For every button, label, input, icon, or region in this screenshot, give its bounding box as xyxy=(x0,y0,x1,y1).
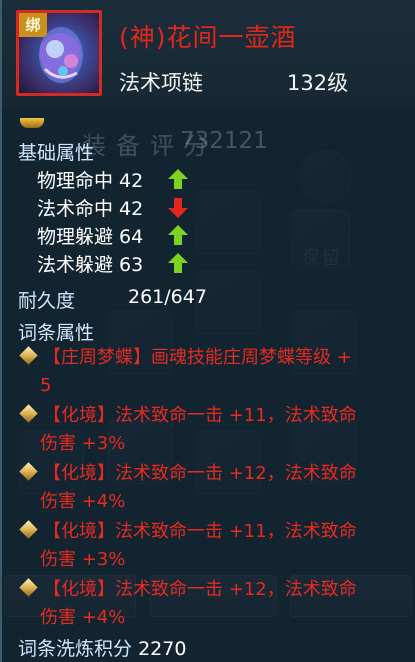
affix-line-1: 【化境】法术致命一击 +11，法术致命 xyxy=(43,521,357,542)
diamond-bullet-icon xyxy=(19,520,38,539)
green-up-arrow-icon xyxy=(168,225,188,245)
affix-line-1: 【化境】法术致命一击 +12，法术致命 xyxy=(43,463,357,484)
affix-line-2: 伤害 +3% xyxy=(40,549,126,570)
affix-line-2: 伤害 +4% xyxy=(40,491,126,512)
affix-line-2: 5 xyxy=(40,375,52,396)
durability-value: 261/647 xyxy=(128,286,207,308)
affix-item: 【化境】法术致命一击 +11，法术致命 伤害 +3% xyxy=(18,402,408,458)
item-icon-frame: 绑 xyxy=(16,10,102,96)
item-type: 法术项链 xyxy=(119,71,203,95)
durability-label: 耐久度 xyxy=(18,290,76,312)
refine-score-value: 2270 xyxy=(138,638,187,660)
affix-line-1: 【化境】法术致命一击 +11，法术致命 xyxy=(43,405,357,426)
affix-attributes-title: 词条属性 xyxy=(18,322,95,344)
green-up-arrow-icon xyxy=(168,253,188,273)
affix-item: 【化境】法术致命一击 +12，法术致命 伤害 +4% xyxy=(18,576,408,632)
stat-magic-dodge: 法术躲避 63 xyxy=(37,254,144,276)
affix-line-1: 【庄周梦蝶】画魂技能庄周梦蝶等级 + xyxy=(43,347,352,368)
diamond-bullet-icon xyxy=(19,404,38,423)
item-name: (神)花间一壶酒 xyxy=(119,23,297,52)
gem-icon xyxy=(20,118,44,128)
stat-physical-dodge: 物理躲避 64 xyxy=(37,226,144,248)
diamond-bullet-icon xyxy=(19,578,38,597)
affix-item: 【化境】法术致命一击 +12，法术致命 伤害 +4% xyxy=(18,460,408,516)
refine-score: 词条洗炼积分 2270 xyxy=(18,634,186,661)
red-down-arrow-icon xyxy=(168,198,188,218)
stat-physical-hit: 物理命中 42 xyxy=(37,170,144,192)
stat-magic-hit: 法术命中 42 xyxy=(37,198,144,220)
affix-line-2: 伤害 +4% xyxy=(40,607,126,628)
bound-tag: 绑 xyxy=(19,13,47,37)
affix-line-2: 伤害 +3% xyxy=(40,433,126,454)
green-up-arrow-icon xyxy=(168,169,188,189)
affix-item: 【庄周梦蝶】画魂技能庄周梦蝶等级 + 5 xyxy=(18,344,408,400)
equipment-score-value: 732121 xyxy=(180,128,268,154)
diamond-bullet-icon xyxy=(19,346,38,365)
refine-score-label: 词条洗炼积分 xyxy=(18,638,133,660)
affix-item: 【化境】法术致命一击 +11，法术致命 伤害 +3% xyxy=(18,518,408,574)
item-level: 132级 xyxy=(287,71,349,95)
item-tooltip: 绑 (神)花间一壶酒 法术项链 132级 装备评分 732121 基础属性 物理… xyxy=(0,0,415,662)
affix-line-1: 【化境】法术致命一击 +12，法术致命 xyxy=(43,579,357,600)
diamond-bullet-icon xyxy=(19,462,38,481)
basic-attributes-title: 基础属性 xyxy=(18,142,95,164)
